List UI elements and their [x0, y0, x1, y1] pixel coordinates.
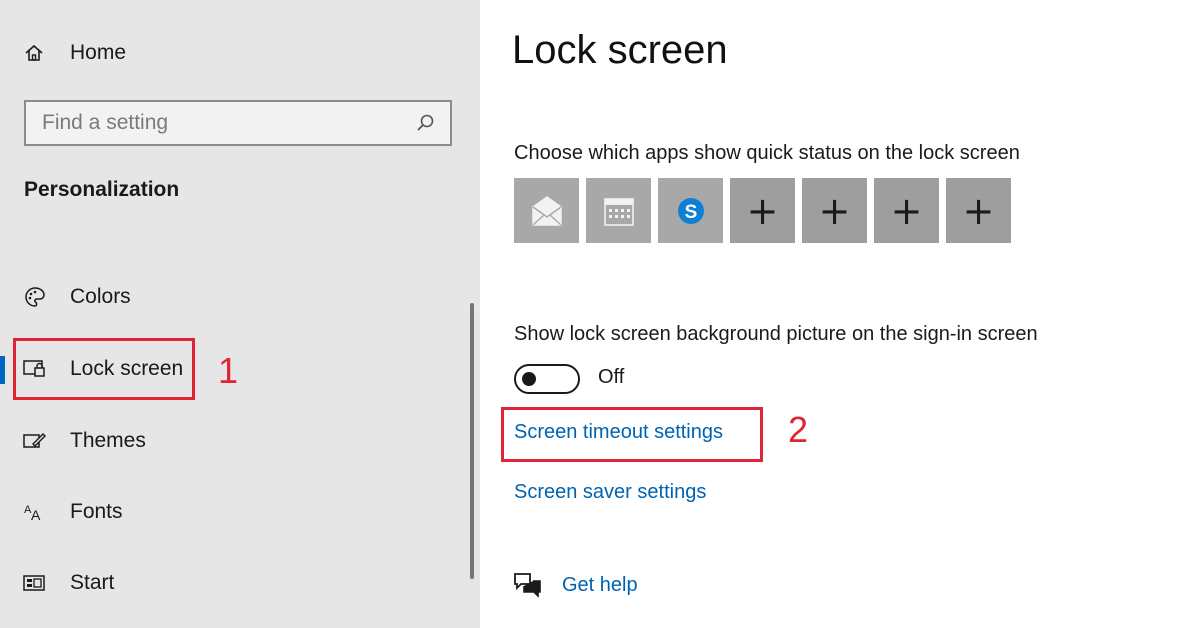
- plus-icon: +: [890, 188, 923, 233]
- plus-icon: +: [746, 188, 779, 233]
- annotation-number-1: 1: [218, 350, 239, 391]
- annotation-number-2: 2: [788, 409, 809, 450]
- svg-text:S: S: [684, 202, 697, 223]
- quick-status-tile-skype[interactable]: S: [658, 178, 723, 243]
- section-title: Personalization: [24, 178, 180, 201]
- screen-saver-settings-link[interactable]: Screen saver settings: [514, 481, 706, 504]
- quick-status-tile-add[interactable]: +: [946, 178, 1011, 243]
- sidebar-item-fonts[interactable]: AA Fonts: [0, 489, 460, 535]
- search-input[interactable]: [26, 110, 410, 136]
- sidebar: Home Personalization Colors Lock screen …: [0, 0, 480, 628]
- quick-status-tile-add[interactable]: +: [802, 178, 867, 243]
- svg-text:A: A: [31, 507, 41, 523]
- quick-status-tile-add[interactable]: +: [874, 178, 939, 243]
- annotation-box-1: [13, 338, 195, 400]
- sidebar-item-label: Colors: [70, 285, 131, 308]
- themes-icon: [22, 428, 48, 454]
- sidebar-item-colors[interactable]: Colors: [0, 274, 460, 320]
- quick-status-tile-mail[interactable]: [514, 178, 579, 243]
- fonts-icon: AA: [22, 499, 48, 525]
- get-help-icon: [514, 573, 541, 598]
- quick-status-tile-calendar[interactable]: [586, 178, 651, 243]
- skype-icon: S: [677, 197, 704, 224]
- quick-status-tile-add[interactable]: +: [730, 178, 795, 243]
- quick-status-label: Choose which apps show quick status on t…: [514, 142, 1020, 164]
- search-box[interactable]: [24, 100, 452, 146]
- sidebar-item-start[interactable]: Start: [0, 560, 460, 606]
- screen-timeout-settings-link[interactable]: Screen timeout settings: [514, 421, 723, 444]
- home-label: Home: [70, 41, 127, 64]
- get-help-link[interactable]: Get help: [562, 574, 638, 597]
- sidebar-item-label: Start: [70, 571, 115, 594]
- toggle-knob: [522, 372, 536, 386]
- calendar-icon: [603, 197, 634, 226]
- sidebar-scrollbar[interactable]: [470, 303, 474, 579]
- background-picture-label: Show lock screen background picture on t…: [514, 323, 1038, 345]
- plus-icon: +: [962, 188, 995, 233]
- home-icon: [24, 43, 46, 63]
- palette-icon: [22, 284, 48, 310]
- page-title: Lock screen: [512, 28, 728, 72]
- sidebar-item-label: Themes: [70, 429, 146, 452]
- home-nav-item[interactable]: Home: [24, 34, 126, 72]
- plus-icon: +: [818, 188, 851, 233]
- mail-icon: [531, 195, 562, 226]
- sidebar-item-label: Fonts: [70, 500, 123, 523]
- toggle-state-label: Off: [598, 366, 625, 388]
- quick-status-tiles: S + + + +: [514, 178, 1011, 243]
- background-picture-toggle[interactable]: [514, 364, 580, 394]
- sidebar-item-themes[interactable]: Themes: [0, 418, 460, 464]
- search-icon[interactable]: [410, 108, 440, 138]
- start-icon: [22, 570, 48, 596]
